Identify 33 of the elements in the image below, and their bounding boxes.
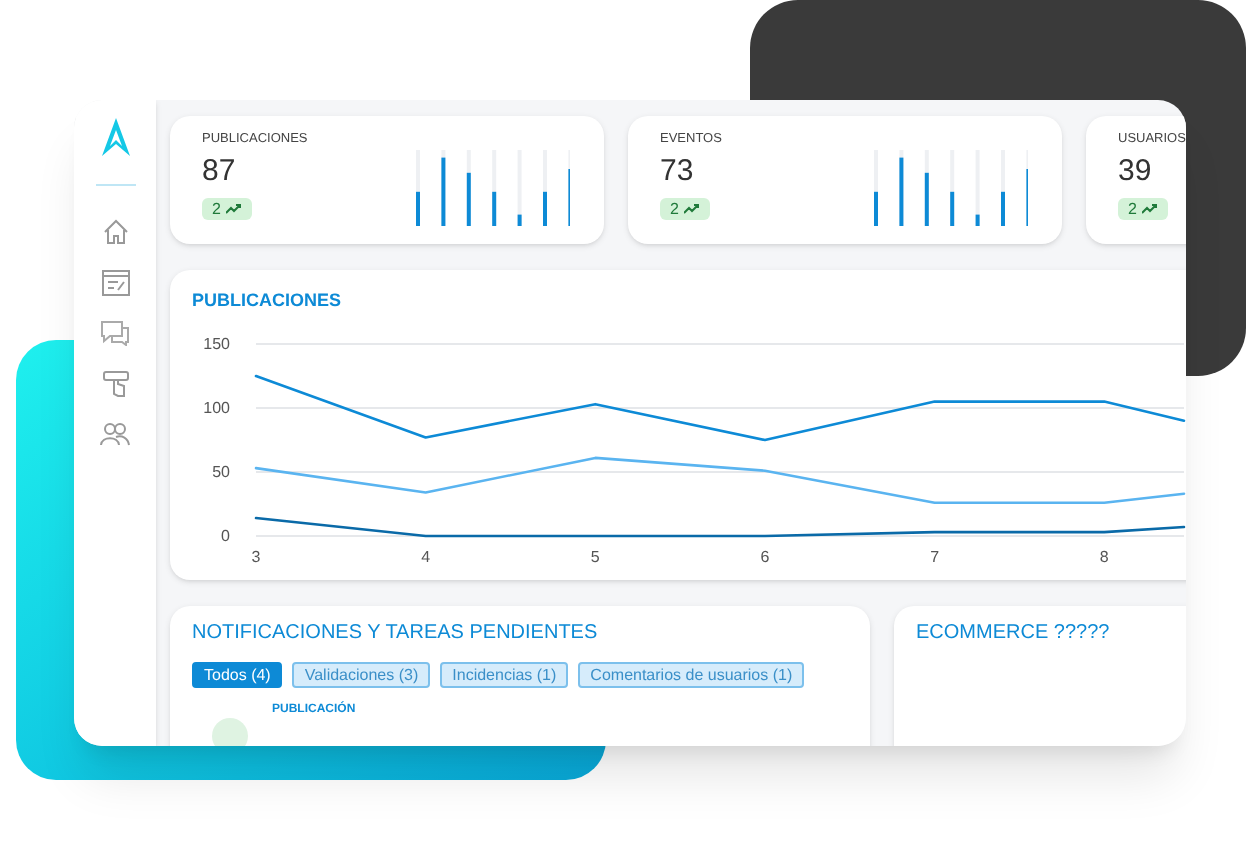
axis-label: 50 xyxy=(212,463,230,481)
stat-value: 39 xyxy=(1118,156,1152,186)
stat-value: 87 xyxy=(202,156,236,186)
chat-icon[interactable] xyxy=(100,320,130,346)
axis-label: 0 xyxy=(221,527,230,545)
trend-up-icon xyxy=(226,204,243,214)
home-icon[interactable] xyxy=(101,218,129,246)
avatar-icon xyxy=(212,718,248,746)
axis-label: 150 xyxy=(203,335,230,353)
axis-label: 6 xyxy=(760,548,770,566)
axis-label: 4 xyxy=(421,548,431,566)
filter-tab[interactable]: Todos (4) xyxy=(192,662,283,688)
logo-icon[interactable] xyxy=(97,116,133,160)
filter-tab[interactable]: Validaciones (3) xyxy=(292,662,431,688)
users-icon[interactable] xyxy=(100,422,130,446)
trend-badge: 2 xyxy=(202,198,253,220)
stat-value: 73 xyxy=(660,156,694,186)
card-title: NOTIFICACIONES Y TAREAS PENDIENTES xyxy=(192,624,600,644)
note-icon[interactable] xyxy=(101,270,129,296)
filter-tab[interactable]: Comentarios de usuarios (1) xyxy=(578,662,805,688)
axis-label: 5 xyxy=(590,548,600,566)
card-title: ECOMMERCE ????? xyxy=(916,624,1112,644)
pointer-icon[interactable] xyxy=(101,370,129,398)
trend-up-icon xyxy=(1142,204,1159,214)
chart-title: PUBLICACIONES xyxy=(192,288,342,314)
axis-label: 3 xyxy=(251,548,261,566)
axis-label: 100 xyxy=(203,399,230,417)
trend-up-icon xyxy=(684,204,701,214)
trend-badge: 2 xyxy=(660,198,711,220)
trend-badge: 2 xyxy=(1118,198,1169,220)
axis-label: 8 xyxy=(1099,548,1109,566)
axis-label: 7 xyxy=(930,548,940,566)
filter-tab[interactable]: Incidencias (1) xyxy=(440,662,569,688)
